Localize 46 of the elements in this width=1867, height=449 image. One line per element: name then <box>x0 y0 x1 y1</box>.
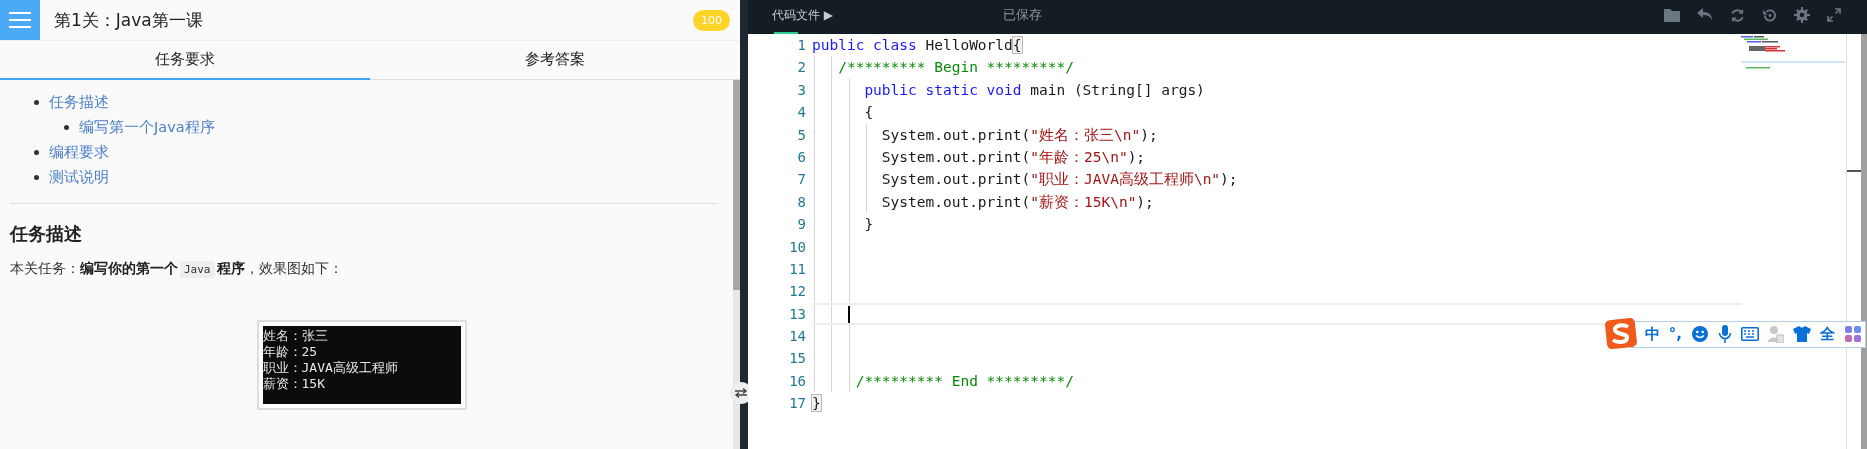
line-number: 6 <box>796 147 806 167</box>
console-line: 姓名：张三 <box>262 328 329 344</box>
task-paragraph: 本关任务：编写你的第一个 Java 程序，效果图如下： <box>10 260 344 278</box>
code-line: System.out.print("薪资：15K\n"); <box>880 193 1154 210</box>
line-number: 2 <box>796 58 806 78</box>
line-number: 1 <box>796 36 806 55</box>
code-line: System.out.print("姓名：张三\n"); <box>880 126 1158 143</box>
line-number: 11 <box>788 259 806 279</box>
toc-link[interactable]: 编程要求 <box>49 143 109 162</box>
lesson-title: 第1关：Java第一课 <box>54 8 204 32</box>
console-line: 薪资：15K <box>262 376 326 392</box>
file-tab[interactable]: 代码文件 ▶ <box>772 6 834 24</box>
code-line: System.out.print("职业：JAVA高级工程师\n"); <box>880 171 1238 188</box>
line-number: 9 <box>796 215 806 235</box>
section-heading: 任务描述 <box>10 223 83 246</box>
code-line: } <box>863 216 874 233</box>
ime-width-toggle[interactable]: 全 <box>1820 324 1835 344</box>
code-line: { <box>863 104 874 121</box>
ime-punctuation-toggle[interactable]: °, <box>1668 325 1682 343</box>
toc-link[interactable]: 测试说明 <box>49 168 109 187</box>
line-number: 10 <box>788 237 806 257</box>
console-line: 职业：JAVA高级工程师 <box>262 360 399 376</box>
line-number: 17 <box>788 394 806 414</box>
line-number: 13 <box>788 304 806 324</box>
save-status: 已保存 <box>1003 6 1043 24</box>
console-line: 年龄：25 <box>262 344 319 360</box>
line-number: 12 <box>788 282 806 302</box>
line-number: 15 <box>788 349 806 369</box>
code-line: System.out.print("年龄：25\n"); <box>880 148 1146 165</box>
line-number: 3 <box>796 80 806 100</box>
score-badge: 100 <box>693 9 730 31</box>
tab[interactable]: 参考答案 <box>370 41 740 80</box>
line-number: 4 <box>796 103 806 123</box>
ime-language-toggle[interactable]: 中 <box>1644 324 1660 344</box>
tab[interactable]: 任务要求 <box>0 41 370 80</box>
toc-link[interactable]: 任务描述 <box>49 93 109 112</box>
line-number: 14 <box>788 327 806 347</box>
code-line: /********* End *********/ <box>854 372 1074 389</box>
code-line: public class HelloWorld{ <box>812 37 1022 53</box>
line-number: 7 <box>796 170 806 190</box>
toc-link[interactable]: 编写第一个Java程序 <box>79 118 215 137</box>
line-number: 16 <box>788 371 806 391</box>
line-number: 8 <box>796 192 806 212</box>
code-line: /********* Begin *********/ <box>837 59 1074 76</box>
line-number: 5 <box>796 125 806 145</box>
code-line: public static void main (String[] args) <box>863 81 1205 98</box>
